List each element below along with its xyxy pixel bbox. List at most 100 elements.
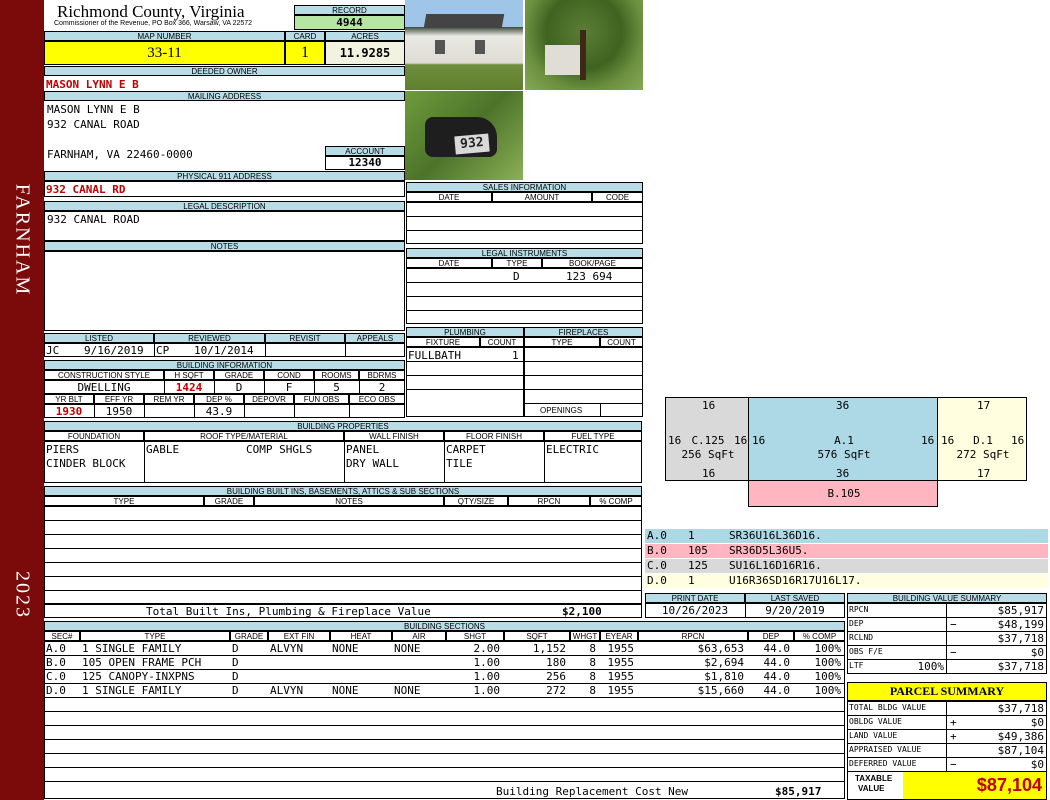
legend-count: 125 bbox=[688, 559, 708, 572]
section-cell-grade: D bbox=[232, 670, 239, 683]
parcel-value: $87,104 bbox=[997, 744, 1044, 757]
record-number: 4944 bbox=[294, 15, 405, 30]
value-summary-value: $37,718 bbox=[997, 632, 1044, 645]
bi-grade: D bbox=[235, 381, 243, 394]
bin-col-qty: QTY/SIZE bbox=[444, 496, 508, 506]
card-label: CARD bbox=[285, 31, 325, 41]
parcel-divider bbox=[946, 729, 947, 744]
reviewed-by: CP bbox=[156, 344, 170, 357]
building-properties-label: BUILDING PROPERTIES bbox=[44, 421, 642, 431]
mailing-line-2: 932 CANAL ROAD bbox=[47, 118, 140, 131]
record-label: RECORD bbox=[294, 5, 405, 15]
appeals-label: APPEALS bbox=[345, 333, 405, 343]
section-col-header: GRADE bbox=[230, 631, 268, 641]
bi-bdrms: 2 bbox=[378, 381, 386, 394]
fireplace-count-col: COUNT bbox=[600, 337, 643, 347]
sketch-d-label: D.1 bbox=[973, 434, 993, 447]
section-col-header: EXT FIN bbox=[268, 631, 330, 641]
bi-h-bdrms: BDRMS bbox=[359, 370, 405, 380]
value-summary-value: $0 bbox=[1030, 646, 1044, 659]
section-cell-comp: 100% bbox=[814, 642, 842, 655]
value-summary-key: DEP bbox=[849, 619, 864, 628]
section-cell-type: 1 SINGLE FAMILY bbox=[82, 684, 182, 697]
parcel-key: DEFERRED VALUE bbox=[849, 759, 917, 768]
section-gridline bbox=[44, 711, 845, 712]
section-gridline bbox=[44, 669, 845, 670]
floor-2: TILE bbox=[446, 457, 473, 470]
sketch-a-area: 576 SqFt bbox=[817, 448, 871, 461]
card-number: 1 bbox=[285, 41, 325, 65]
building-sections-label: BUILDING SECTIONS bbox=[44, 621, 845, 631]
revisit-label: REVISIT bbox=[265, 333, 345, 343]
section-cell-whgt: 8 bbox=[589, 684, 596, 697]
legend-path: SR36D5L36U5. bbox=[729, 544, 809, 557]
deeded-owner-label: DEEDED OWNER bbox=[44, 66, 405, 76]
account-label: ACCOUNT bbox=[325, 146, 405, 156]
section-cell-eyear: 1955 bbox=[607, 670, 635, 683]
section-col-header: TYPE bbox=[80, 631, 230, 641]
legend-code: D.0 bbox=[647, 574, 667, 587]
section-cell-dep: 44.0 bbox=[763, 656, 791, 669]
wall-2: DRY WALL bbox=[346, 457, 399, 470]
value-summary-divider bbox=[946, 603, 947, 618]
notes-label: NOTES bbox=[44, 241, 405, 251]
mailing-address-label: MAILING ADDRESS bbox=[44, 91, 405, 101]
section-cell-shgt: 1.00 bbox=[473, 684, 501, 697]
section-gridline bbox=[44, 683, 845, 684]
house-photo bbox=[405, 0, 523, 90]
section-cell-ext: ALVYN bbox=[270, 684, 304, 697]
sales-col-code: CODE bbox=[592, 192, 643, 202]
section-cell-sec: D.0 bbox=[46, 684, 66, 697]
bin-col-type: TYPE bbox=[44, 496, 204, 506]
section-col-header: RPCN bbox=[638, 631, 748, 641]
section-gridline bbox=[44, 725, 845, 726]
parcel-divider bbox=[946, 715, 947, 730]
li-col-type: TYPE bbox=[492, 258, 542, 268]
floor-1: CARPET bbox=[446, 443, 486, 456]
value-summary-value: $48,199 bbox=[997, 618, 1044, 631]
value-summary-key: OBS F/E bbox=[849, 647, 883, 656]
section-cell-whgt: 8 bbox=[589, 656, 596, 669]
parcel-value: $49,386 bbox=[997, 730, 1044, 743]
wall-1: PANEL bbox=[346, 443, 380, 456]
section-cell-air: NONE bbox=[394, 684, 421, 697]
parcel-summary-title: PARCEL SUMMARY bbox=[847, 682, 1047, 701]
value-summary-label: BUILDING VALUE SUMMARY bbox=[847, 593, 1047, 603]
value-summary-key: RPCN bbox=[849, 605, 869, 614]
value-summary-divider bbox=[946, 645, 947, 660]
section-cell-heat: NONE bbox=[332, 684, 359, 697]
section-cell-sec: C.0 bbox=[46, 670, 66, 683]
parcel-key: TOTAL BLDG VALUE bbox=[849, 703, 927, 712]
li-book: 123 694 bbox=[566, 270, 613, 283]
year-label: 2023 bbox=[11, 571, 34, 619]
sidebar-band bbox=[0, 0, 44, 800]
listed-label: LISTED bbox=[44, 333, 154, 343]
print-date: 10/26/2023 bbox=[661, 604, 729, 617]
taxable-label-1: TAXABLE bbox=[855, 774, 893, 783]
legend-path: SR36U16L36D16. bbox=[729, 529, 822, 542]
section-col-header: AIR bbox=[392, 631, 446, 641]
tree-photo bbox=[525, 0, 643, 90]
parcel-value: $0 bbox=[1030, 716, 1044, 729]
value-summary-value: $37,718 bbox=[997, 660, 1044, 673]
prop-col-floor: FLOOR FINISH bbox=[444, 431, 544, 441]
section-cell-sqft: 256 bbox=[546, 670, 566, 683]
prop-col-wall: WALL FINISH bbox=[344, 431, 444, 441]
parcel-value: $0 bbox=[1030, 758, 1044, 771]
legend-count: 105 bbox=[688, 544, 708, 557]
section-col-header: SHGT bbox=[446, 631, 504, 641]
prop-col-foundation: FOUNDATION bbox=[44, 431, 144, 441]
bi-style: DWELLING bbox=[77, 381, 131, 394]
sketch-d-area: 272 SqFt bbox=[956, 448, 1010, 461]
last-saved-label: LAST SAVED bbox=[745, 593, 845, 603]
section-cell-shgt: 2.00 bbox=[473, 642, 501, 655]
section-col-header: % COMP bbox=[794, 631, 845, 641]
value-summary-divider bbox=[946, 617, 947, 632]
legend-code: C.0 bbox=[647, 559, 667, 572]
section-gridline bbox=[44, 697, 845, 698]
map-number: 33-11 bbox=[44, 41, 285, 65]
foundation-2: CINDER BLOCK bbox=[46, 457, 126, 470]
brcn-value: $85,917 bbox=[775, 785, 822, 798]
parcel-key: APPRAISED VALUE bbox=[849, 745, 922, 754]
section-gridline bbox=[44, 781, 845, 782]
